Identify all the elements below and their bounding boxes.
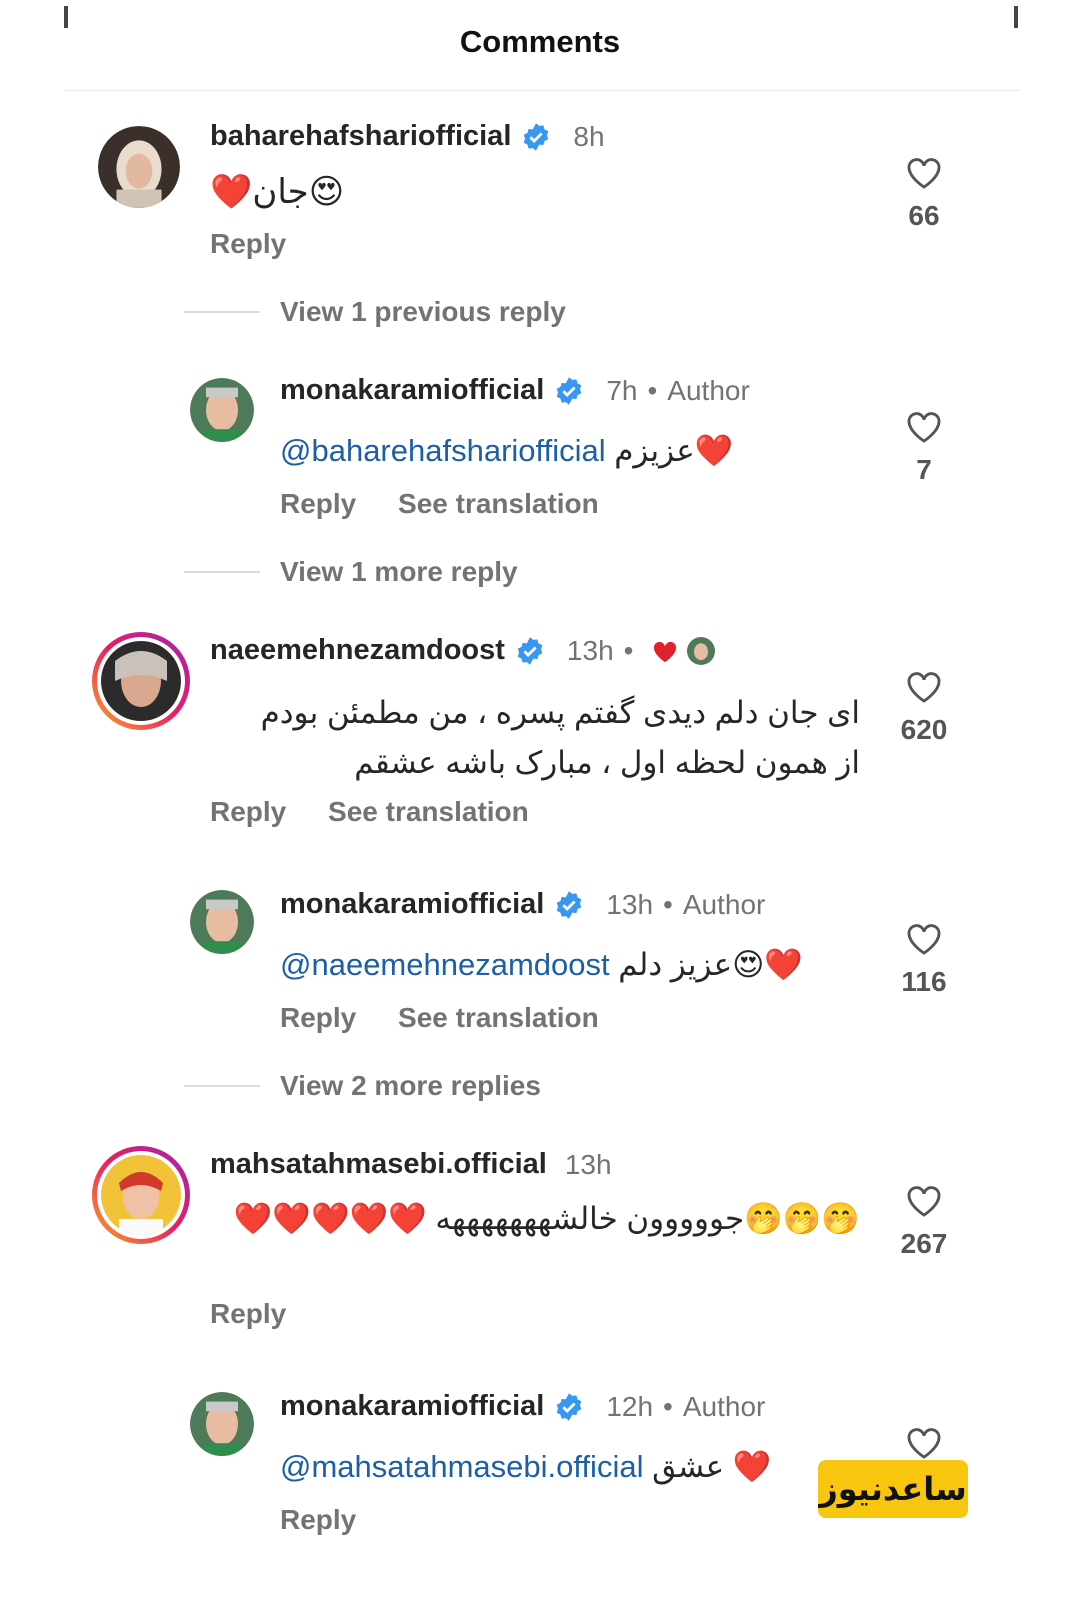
creator-liked-heart-icon [654,641,677,662]
author-label: Author [682,1390,766,1422]
heart-outline-icon[interactable] [905,1182,943,1218]
reply-button[interactable]: Reply [280,1002,356,1033]
comment-time: 12h • Author [606,1390,766,1422]
mention-link[interactable]: @mahsatahmasebi.official [280,1449,643,1484]
username-link[interactable]: baharehafsharіofficial [210,120,511,153]
like-count: 116 [901,966,947,997]
comment-username[interactable]: naeemehnezamdoost 13h • [210,634,716,667]
creator-mini-avatar [687,636,716,665]
author-label: Author [682,888,766,920]
watermark-logo: ساعدنیوز [818,1460,968,1518]
thread-line [184,1085,260,1087]
avatar-story-ring[interactable] [92,1146,190,1244]
comment-text: @naeemehnezamdoost عزیز دلم😍❤️ [280,947,803,982]
username-link[interactable]: monakaramiofficial [280,1390,544,1423]
reply-button[interactable]: Reply [210,796,286,827]
mention-link[interactable]: @naeemehnezamdoost [280,947,610,982]
thread-line [184,571,260,573]
like-count: 7 [916,454,932,485]
avatar[interactable] [190,1392,254,1456]
verified-badge-icon [557,890,582,919]
like-control: 620 [884,668,964,746]
reply-button[interactable]: Reply [280,488,356,519]
view-replies-button[interactable]: View 1 more reply [184,556,518,588]
like-control: 66 [884,154,964,232]
heart-outline-icon[interactable] [905,668,943,704]
comment-text: ❤️جان😍 [210,173,345,211]
page-title: Comments [459,24,621,59]
avatar[interactable] [190,378,254,442]
comment-time: 13h [564,1148,612,1180]
like-control: 116 [884,920,964,998]
username-link[interactable]: mahsatahmasebi.official [210,1148,547,1181]
comment-text: ای جان دلم دیدی گفتم پسره ، من مطمئن بود… [260,695,860,780]
like-control: 7 [884,408,964,486]
comment-actions: Reply [210,228,320,260]
comment-actions: Reply See translation [280,488,633,520]
view-replies-label: View 1 more reply [280,556,518,587]
comment-time: 7h • Author [606,374,750,406]
like-count: 620 [900,714,948,745]
comment-username[interactable]: monakaramiofficial 13h • Author [280,888,765,921]
comment-actions: Reply [280,1504,390,1536]
verified-badge-icon [557,376,582,405]
comment-actions: Reply [210,1298,320,1330]
verified-badge-icon [557,1392,582,1421]
heart-outline-icon[interactable] [905,154,943,190]
mention-link[interactable]: @baharehafsharіofficial [280,433,606,468]
comment-username[interactable]: monakaramiofficial 12h • Author [280,1390,765,1423]
heart-outline-icon[interactable] [905,920,943,956]
like-control [884,1424,964,1460]
comment-username[interactable]: mahsatahmasebi.official 13h [210,1148,612,1181]
heart-outline-icon[interactable] [905,1424,943,1460]
username-link[interactable]: monakaramiofficial [280,374,544,407]
view-replies-button[interactable]: View 2 more replies [184,1070,541,1102]
author-label: Author [667,374,750,406]
heart-outline-icon[interactable] [905,408,943,444]
see-translation-button[interactable]: See translation [398,1002,599,1033]
comment-time: 13h • Author [606,888,766,920]
comment-text: @mahsatahmasebi.official عشق ❤️ [280,1449,772,1484]
comment-username[interactable]: baharehafsharіofficial 8h [210,120,605,153]
reply-button[interactable]: Reply [210,1298,286,1329]
comment-text: 🤭🤭🤭جووووون خالشهههههههه ❤️❤️❤️❤️❤️ [233,1201,860,1236]
reply-button[interactable]: Reply [210,228,286,259]
username-link[interactable]: monakaramiofficial [280,888,544,921]
view-replies-label: View 2 more replies [280,1070,541,1101]
avatar[interactable] [190,890,254,954]
thread-line [184,311,260,313]
comment-actions: Reply See translation [280,1002,633,1034]
view-replies-button[interactable]: View 1 previous reply [184,296,566,328]
avatar-story-ring[interactable] [92,632,190,730]
comment-time: 13h • [566,634,634,666]
like-count: 267 [900,1228,948,1259]
avatar[interactable] [98,126,180,208]
comment-time: 8h [573,120,605,152]
header-divider [64,90,1020,91]
comment-username[interactable]: monakaramiofficial 7h • Author [280,374,750,407]
see-translation-button[interactable]: See translation [328,796,529,827]
see-translation-button[interactable]: See translation [398,488,599,519]
verified-badge-icon [517,636,543,665]
like-control: 267 [884,1182,964,1260]
reply-button[interactable]: Reply [280,1504,356,1535]
comment-text: @baharehafsharіofficial عزیزم❤️ [280,433,734,468]
like-count: 66 [908,200,940,231]
verified-badge-icon [524,122,549,151]
username-link[interactable]: naeemehnezamdoost [210,634,505,667]
view-replies-label: View 1 previous reply [280,296,566,327]
comment-actions: Reply See translation [210,796,563,828]
